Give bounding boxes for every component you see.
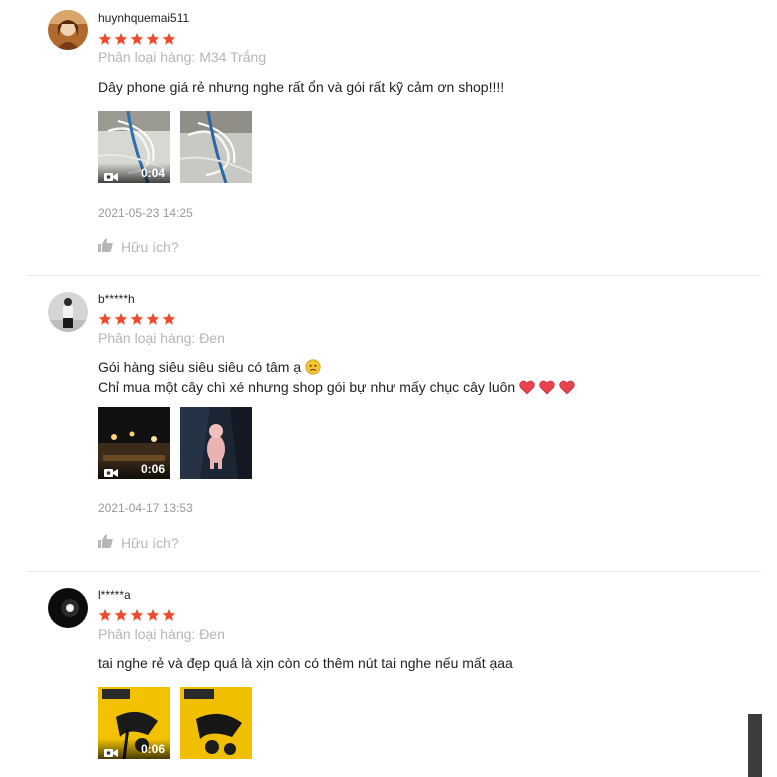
video-thumbnail[interactable]: 0:06 <box>98 687 170 759</box>
video-duration: 0:06 <box>140 462 165 476</box>
product-variant: Phân loại hàng: Đen <box>98 626 225 642</box>
review-comment: tai nghe rẻ và đẹp quá là xịn còn có thê… <box>98 655 513 672</box>
video-duration: 0:06 <box>140 742 165 756</box>
video-thumbnail[interactable]: 0:06 <box>98 407 170 479</box>
rating-stars <box>98 312 176 326</box>
product-variant: Phân loại hàng: M34 Trắng <box>98 49 267 65</box>
reviewer-username[interactable]: huynhquemai511 <box>98 11 189 25</box>
comment-line: Dây phone giá rẻ nhưng nghe rất ổn và gó… <box>98 79 505 95</box>
star-icon <box>114 312 128 326</box>
reviewer-username[interactable]: l*****a <box>98 588 131 602</box>
review-datetime: 2021-05-23 14:25 <box>98 206 193 220</box>
reviewer-username[interactable]: b*****h <box>98 292 135 306</box>
worried-face-icon <box>305 359 321 379</box>
avatar[interactable] <box>48 292 88 332</box>
helpful-button[interactable]: Hữu ích? <box>98 534 179 551</box>
comment-line-text: Gói hàng siêu siêu siêu có tâm ạ <box>98 359 302 375</box>
avatar[interactable] <box>48 588 88 628</box>
star-icon <box>130 32 144 46</box>
video-thumbnail[interactable]: 0:04 <box>98 111 170 183</box>
star-icon <box>98 312 112 326</box>
star-icon <box>130 608 144 622</box>
video-duration: 0:04 <box>140 166 165 180</box>
review-media: 0:06 <box>98 407 252 479</box>
star-icon <box>98 32 112 46</box>
comment-line: Gói hàng siêu siêu siêu có tâm ạ <box>98 359 575 379</box>
helpful-label: Hữu ích? <box>121 238 179 255</box>
star-icon <box>146 608 160 622</box>
star-icon <box>98 608 112 622</box>
review-comment: Gói hàng siêu siêu siêu có tâm ạ Chỉ mua… <box>98 359 575 399</box>
heart-icon <box>519 380 535 399</box>
video-camera-icon <box>104 465 118 477</box>
avatar[interactable] <box>48 10 88 50</box>
helpful-button[interactable]: Hữu ích? <box>98 238 179 255</box>
review-datetime: 2021-04-17 13:53 <box>98 501 193 515</box>
comment-line: Chỉ mua một cây chì xé nhưng shop gói bự… <box>98 379 575 399</box>
comment-line: tai nghe rẻ và đẹp quá là xịn còn có thê… <box>98 655 513 671</box>
rating-stars <box>98 32 176 46</box>
comment-line-text: Chỉ mua một cây chì xé nhưng shop gói bự… <box>98 379 516 395</box>
star-icon <box>162 608 176 622</box>
thumbs-up-icon <box>98 534 113 551</box>
image-thumbnail[interactable] <box>180 687 252 759</box>
thumbs-up-icon <box>98 238 113 255</box>
product-variant: Phân loại hàng: Đen <box>98 330 225 346</box>
rating-stars <box>98 608 176 622</box>
review-divider <box>28 571 761 572</box>
review-media: 0:06 <box>98 687 252 759</box>
scrollbar-thumb[interactable] <box>748 714 762 777</box>
helpful-label: Hữu ích? <box>121 534 179 551</box>
review-divider <box>28 275 761 276</box>
video-camera-icon <box>104 169 118 181</box>
image-thumbnail[interactable] <box>180 407 252 479</box>
heart-icon <box>539 380 555 399</box>
image-thumbnail[interactable] <box>180 111 252 183</box>
video-camera-icon <box>104 745 118 757</box>
star-icon <box>146 312 160 326</box>
star-icon <box>130 312 144 326</box>
star-icon <box>114 32 128 46</box>
heart-icon <box>559 380 575 399</box>
review-comment: Dây phone giá rẻ nhưng nghe rất ổn và gó… <box>98 79 504 96</box>
star-icon <box>162 312 176 326</box>
star-icon <box>114 608 128 622</box>
star-icon <box>146 32 160 46</box>
star-icon <box>162 32 176 46</box>
review-media: 0:04 <box>98 111 252 183</box>
